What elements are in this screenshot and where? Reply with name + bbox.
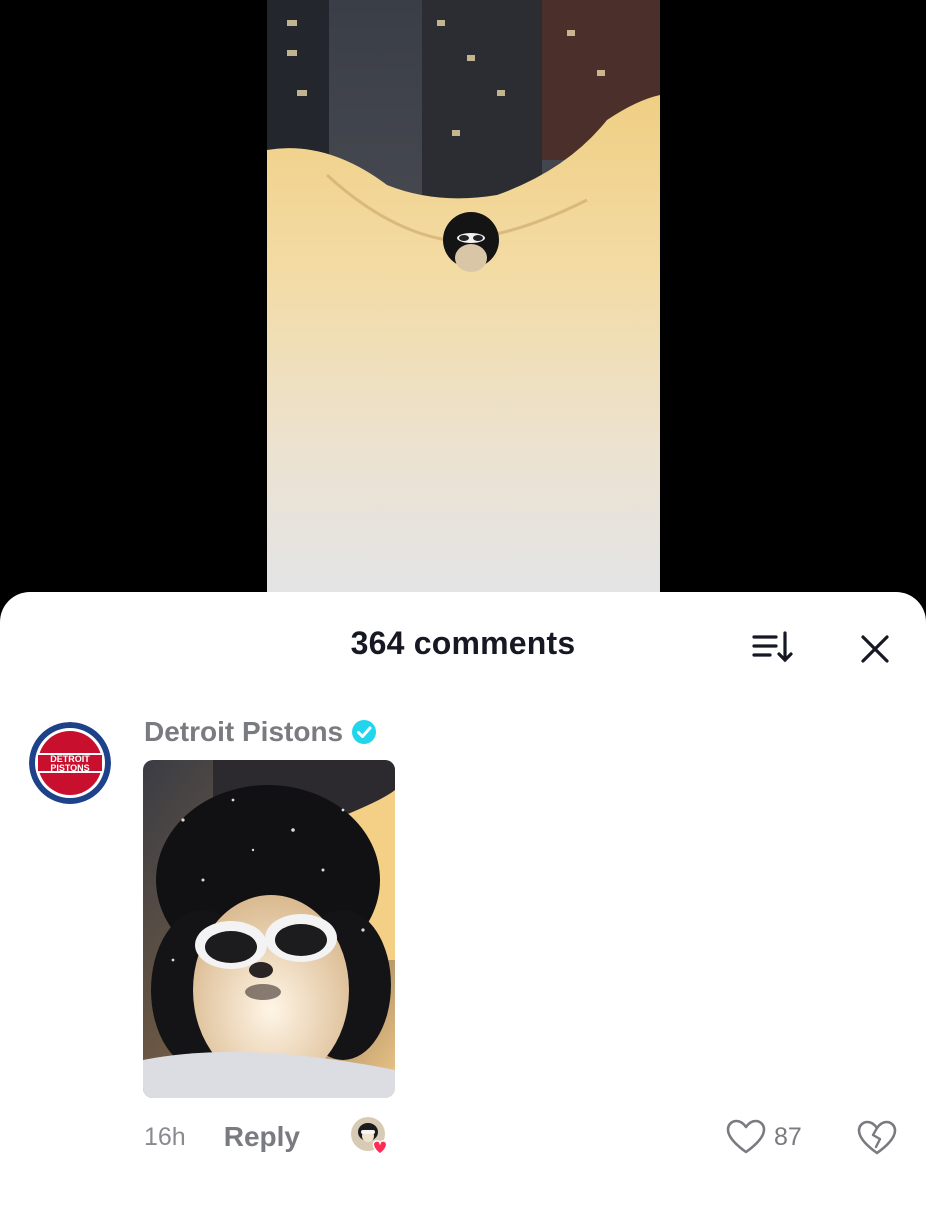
video-frame[interactable] xyxy=(267,0,660,593)
comments-sheet: 364 comments DETROIT PISTONS Detroit Pis… xyxy=(0,592,926,1212)
logo-text-pistons: PISTONS xyxy=(50,763,89,773)
author-name[interactable]: Detroit Pistons xyxy=(144,716,343,748)
comments-header: 364 comments xyxy=(0,592,926,692)
dislike-button[interactable] xyxy=(856,1116,898,1158)
comment-item: DETROIT PISTONS Detroit Pistons 16h Repl… xyxy=(0,702,926,1182)
sort-button[interactable] xyxy=(748,628,796,668)
verified-badge-icon xyxy=(351,719,377,745)
like-count: 87 xyxy=(774,1122,802,1151)
heart-outline-icon xyxy=(726,1119,766,1154)
video-player[interactable] xyxy=(0,0,926,600)
video-snow-scene xyxy=(267,0,660,593)
comment-attached-image[interactable] xyxy=(143,760,395,1098)
liked-by-creator-badge[interactable] xyxy=(350,1116,392,1158)
sort-icon xyxy=(752,631,793,663)
broken-heart-icon xyxy=(857,1120,897,1155)
comment-meta-row: 16h Reply xyxy=(144,1112,392,1162)
dog-sunglasses-picture xyxy=(143,760,395,1098)
reply-button[interactable]: Reply xyxy=(224,1121,300,1153)
creator-avatar-heart-icon xyxy=(350,1117,388,1155)
close-button[interactable] xyxy=(852,626,898,672)
like-button[interactable]: 87 xyxy=(726,1112,802,1162)
close-icon xyxy=(861,635,889,663)
detroit-pistons-logo: DETROIT PISTONS xyxy=(29,722,111,804)
comment-author[interactable]: Detroit Pistons xyxy=(144,712,377,752)
comment-timestamp: 16h xyxy=(144,1122,186,1151)
avatar[interactable]: DETROIT PISTONS xyxy=(29,722,111,804)
